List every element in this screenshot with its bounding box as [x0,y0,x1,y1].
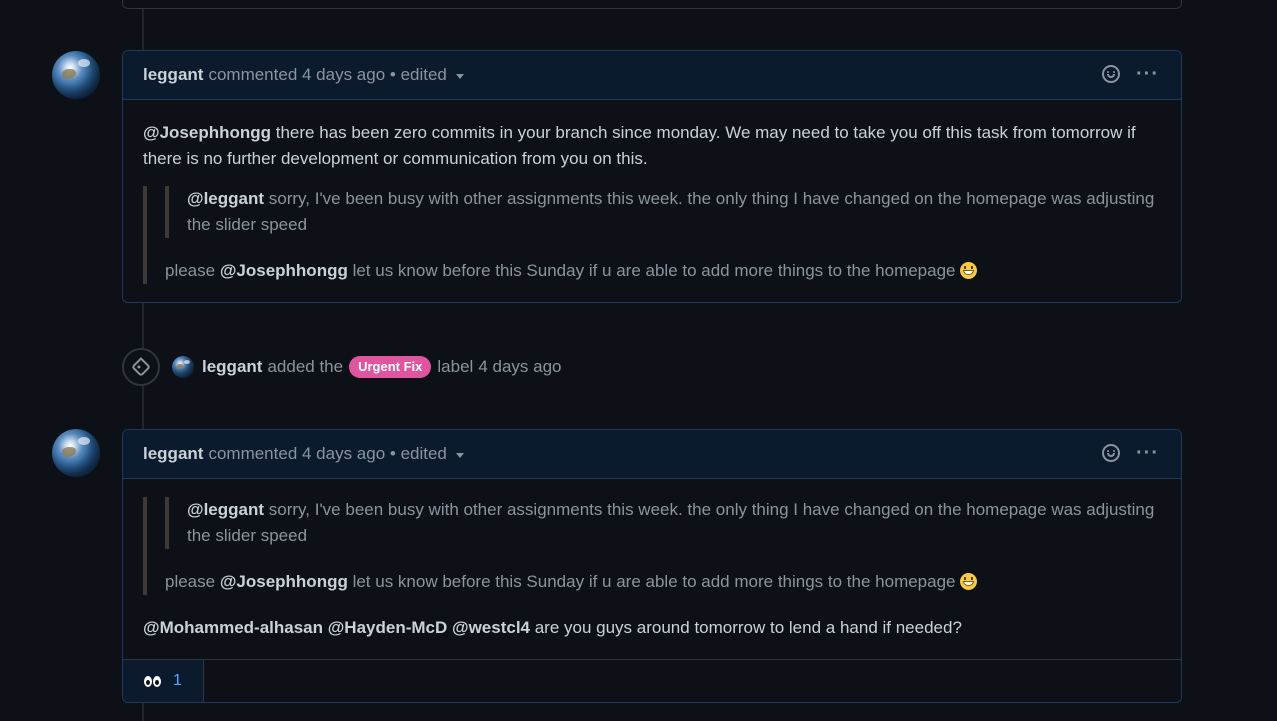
comment-body: @leggant sorry, I've been busy with othe… [123,479,1181,659]
grin-emoji-icon [959,262,977,279]
quote-prefix: please [165,261,220,280]
avatar[interactable] [52,51,100,99]
comment-body: @Josephhongg there has been zero commits… [123,100,1181,302]
user-mention[interactable]: @Josephhongg [220,261,348,280]
comment-meta[interactable]: commented 4 days ago • edited [208,65,446,85]
quote-text: let us know before this Sunday if u are … [347,261,956,280]
comment-card: leggant commented 4 days ago • edited ··… [122,50,1182,303]
comment-text: are you guys around tomorrow to lend a h… [530,618,962,637]
more-options-icon[interactable]: ··· [1136,443,1159,463]
quote-paragraph: please @Josephhongg let us know before t… [165,258,1161,284]
event-time[interactable]: 4 days ago [478,357,561,377]
add-reaction-icon[interactable] [1102,444,1121,462]
comment-author[interactable]: leggant [143,444,203,464]
nested-blockquote: @leggant sorry, I've been busy with othe… [165,186,1161,238]
quote-text: sorry, I've been busy with other assignm… [187,189,1155,234]
blockquote: @leggant sorry, I've been busy with othe… [143,186,1161,284]
comment-meta[interactable]: commented 4 days ago • edited [208,444,446,464]
comment-header: leggant commented 4 days ago • edited ··… [123,51,1181,100]
reactions-bar: 1 [123,659,1181,702]
comment-header: leggant commented 4 days ago • edited ··… [123,430,1181,479]
user-mention[interactable]: @Josephhongg [143,123,271,142]
user-mention[interactable]: @leggant [187,189,264,208]
blockquote: @leggant sorry, I've been busy with othe… [143,497,1161,595]
more-options-icon[interactable]: ··· [1136,64,1159,84]
comment-card: leggant commented 4 days ago • edited ··… [122,429,1182,703]
user-mention[interactable]: @leggant [187,500,264,519]
label-urgent-fix[interactable]: Urgent Fix [349,356,432,378]
quote-text: sorry, I've been busy with other assignm… [187,500,1155,545]
reaction-count: 1 [173,672,182,689]
comment-paragraph: @Mohammed-alhasan @Hayden-McD @westcl4 a… [143,615,1161,641]
avatar[interactable] [172,356,194,378]
avatar[interactable] [52,429,100,477]
nested-blockquote: @leggant sorry, I've been busy with othe… [165,497,1161,549]
eyes-icon [144,675,162,687]
tag-icon [131,357,151,377]
eyes-reaction-button[interactable]: 1 [123,660,204,702]
comment-author[interactable]: leggant [143,65,203,85]
event-text: leggant added the Urgent Fix label 4 day… [172,356,562,378]
add-reaction-icon[interactable] [1102,65,1121,83]
event-action: added the [267,357,344,376]
comment-text: there has been zero commits in your bran… [143,123,1136,168]
label-event-badge [122,348,160,386]
previous-comment-edge [122,0,1182,9]
user-mentions[interactable]: @Mohammed-alhasan @Hayden-McD @westcl4 [143,618,530,637]
user-mention[interactable]: @Josephhongg [220,572,348,591]
quote-prefix: please [165,572,220,591]
edit-history-caret-icon[interactable] [455,453,464,458]
grin-emoji-icon [959,573,977,590]
comment-paragraph: @Josephhongg there has been zero commits… [143,120,1161,172]
event-label-word: label [437,357,474,376]
label-event: leggant added the Urgent Fix label 4 day… [122,346,562,388]
event-author[interactable]: leggant [202,357,262,377]
edit-history-caret-icon[interactable] [455,74,464,79]
quote-text: let us know before this Sunday if u are … [347,572,956,591]
quote-paragraph: please @Josephhongg let us know before t… [165,569,1161,595]
